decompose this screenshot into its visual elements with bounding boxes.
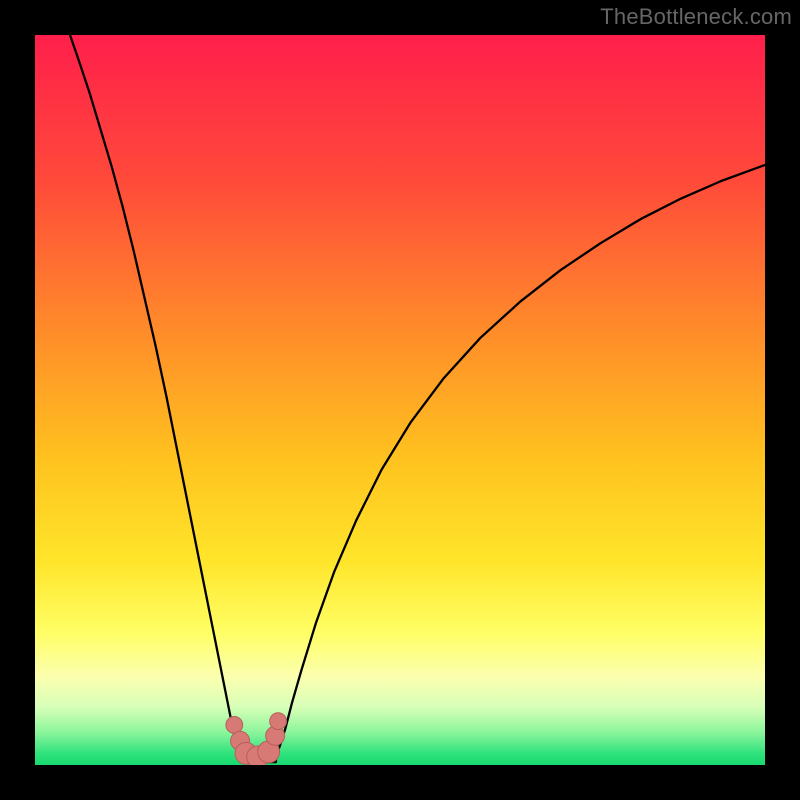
chart-area — [35, 35, 765, 765]
gradient-background — [35, 35, 765, 765]
chart-svg — [35, 35, 765, 765]
watermark-text: TheBottleneck.com — [600, 4, 792, 30]
app-frame: TheBottleneck.com — [0, 0, 800, 800]
valley-marker — [226, 716, 243, 733]
valley-marker — [270, 713, 287, 730]
